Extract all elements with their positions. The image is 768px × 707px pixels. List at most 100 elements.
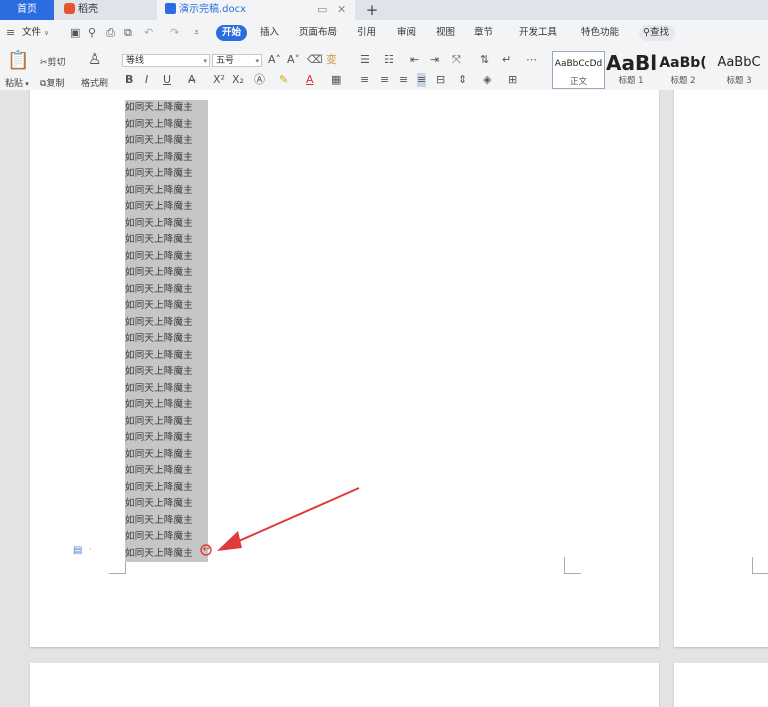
align-center-icon[interactable]: ≡ (380, 73, 389, 87)
font-size-select[interactable]: 五号 ▾ (212, 54, 262, 67)
line-spacing-icon[interactable]: ⇕ (458, 73, 467, 87)
chevron-down-icon: ▾ (255, 57, 259, 65)
menu-page-layout[interactable]: 页面布局 (299, 25, 337, 41)
annotation-arrow (200, 487, 360, 556)
strikethrough-icon[interactable]: A̶ (188, 73, 196, 87)
tab-daoke-label: 稻壳 (78, 4, 98, 15)
bullet-list-icon[interactable]: ☰ (360, 53, 370, 67)
customize-icon[interactable]: ⩡ (194, 25, 199, 41)
style-heading-2-caption: 标题 2 (670, 76, 696, 86)
style-heading-2-sample: AaBb( (659, 55, 707, 71)
style-gallery: AaBbCcDd 正文 AaBl 标题 1 AaBb( 标题 2 AaBbC 标… (552, 51, 768, 89)
shrink-font-icon[interactable]: A˅ (287, 53, 300, 67)
tab-leader-icon[interactable]: ⋯ (526, 53, 537, 67)
style-heading-3[interactable]: AaBbC 标题 3 (710, 51, 768, 89)
align-right-icon[interactable]: ≡ (399, 73, 408, 87)
font-size-value: 五号 (216, 56, 235, 66)
search-button[interactable]: ⚲查找 (639, 25, 675, 41)
paste-icon[interactable]: 📋 (7, 50, 29, 71)
paste-button[interactable]: 粘贴 ▾ (5, 76, 29, 89)
ribbon: 📋 粘贴 ▾ ✂剪切 ⧉复制 ♙ 格式刷 等线 ▾ 五号 ▾ A˄ A˅ ⌫ 变 B… (0, 46, 768, 91)
scissors-icon: ✂ (40, 58, 48, 68)
menu-chapter[interactable]: 章节 (474, 25, 493, 41)
redo-icon[interactable]: ↷ (170, 25, 179, 41)
search-icon: ⚲ (643, 27, 650, 38)
borders-icon[interactable]: ⊞ (508, 73, 517, 87)
font-name-select[interactable]: 等线 ▾ (122, 54, 210, 67)
cut-button[interactable]: ✂剪切 (40, 55, 66, 68)
font-color-icon[interactable]: A (306, 73, 314, 87)
shading-icon[interactable]: ◈ (483, 73, 491, 87)
chevron-down-icon: ▾ (203, 57, 207, 65)
phonetic-icon[interactable]: 变 (326, 53, 337, 67)
format-painter-icon[interactable]: ♙ (88, 50, 101, 68)
font-name-value: 等线 (126, 56, 145, 66)
print-preview-icon[interactable]: ⧉ (124, 25, 132, 41)
style-heading-1-caption: 标题 1 (618, 76, 644, 86)
style-heading-3-caption: 标题 3 (726, 76, 752, 86)
search-label: 查找 (649, 27, 669, 38)
grow-font-icon[interactable]: A˄ (268, 53, 281, 67)
style-heading-3-sample: AaBbC (717, 55, 761, 70)
character-border-icon[interactable]: ▦ (331, 73, 341, 87)
word-doc-icon (165, 3, 176, 14)
menu-insert[interactable]: 插入 (260, 25, 279, 41)
italic-button[interactable]: I (145, 73, 148, 87)
decrease-indent-icon[interactable]: ⇤ (410, 53, 419, 67)
subscript-icon[interactable]: X₂ (232, 73, 244, 87)
cut-label: 剪切 (47, 58, 66, 68)
close-tab-icon[interactable]: ✕ (337, 0, 346, 20)
tab-document[interactable]: 演示完稿.docx ▭ ✕ (157, 0, 355, 20)
tab-document-label: 演示完稿.docx (179, 4, 247, 15)
justify-icon[interactable]: ≡ (417, 73, 427, 87)
distributed-icon[interactable]: ⊟ (436, 73, 445, 87)
clear-format-icon[interactable]: ⌫ (307, 53, 323, 67)
style-heading-1[interactable]: AaBl 标题 1 (606, 51, 656, 89)
menu-bar: ≡ 文件 ∨ ▣ ⚲ ⎙ ⧉ ↶ ↷ ⩡ 开始 插入 页面布局 引用 审阅 视图… (0, 20, 768, 46)
align-left-icon[interactable]: ≡ (360, 73, 369, 87)
save-icon[interactable]: ▣ (70, 25, 80, 41)
tab-bar: 首页 稻壳 演示完稿.docx ▭ ✕ + (0, 0, 768, 20)
export-pdf-icon[interactable]: ⚲ (88, 25, 96, 41)
hamburger-icon[interactable]: ≡ (6, 25, 15, 41)
style-normal-caption: 正文 (569, 77, 587, 87)
underline-button[interactable]: U (163, 73, 171, 87)
text-effect-icon[interactable]: Ⓐ (254, 73, 265, 87)
bold-button[interactable]: B (125, 73, 133, 87)
chinese-layout-icon[interactable]: ⤧ (452, 53, 461, 67)
document-canvas[interactable]: 如同天上降魔主 如同天上降魔主 如同天上降魔主 如同天上降魔主 如同天上降魔主 如同天上降… (0, 90, 768, 707)
chevron-down-icon: ∨ (44, 29, 50, 37)
style-normal-sample: AaBbCcDd (554, 59, 603, 69)
menu-start[interactable]: 开始 (216, 25, 248, 41)
highlight-icon[interactable]: ✎ (279, 73, 288, 87)
increase-indent-icon[interactable]: ⇥ (430, 53, 439, 67)
menu-developer[interactable]: 开发工具 (519, 25, 557, 41)
restore-window-icon[interactable]: ▭ (317, 0, 327, 20)
tab-home[interactable]: 首页 (0, 0, 54, 20)
tab-daoke[interactable]: 稻壳 (60, 0, 150, 20)
arrow-shaft (231, 487, 360, 545)
highlight-circle (200, 544, 212, 556)
paste-label: 粘贴 (5, 79, 24, 89)
show-marks-icon[interactable]: ↵ (502, 53, 511, 67)
sort-icon[interactable]: ⇅ (480, 53, 489, 67)
menu-special[interactable]: 特色功能 (581, 25, 619, 41)
arrow-head (217, 531, 242, 551)
daoke-logo-icon (64, 3, 75, 14)
menu-file[interactable]: 文件 ∨ (22, 25, 49, 41)
copy-label: 复制 (46, 79, 65, 89)
format-painter-button[interactable]: 格式刷 (81, 76, 108, 89)
copy-button[interactable]: ⧉复制 (40, 76, 64, 89)
menu-view[interactable]: 视图 (436, 25, 455, 41)
print-icon[interactable]: ⎙ (106, 25, 115, 41)
menu-file-label: 文件 (22, 27, 42, 38)
numbered-list-icon[interactable]: ☷ (384, 53, 394, 67)
superscript-icon[interactable]: X² (213, 73, 225, 87)
new-tab-button[interactable]: + (362, 0, 382, 20)
style-heading-2[interactable]: AaBb( 标题 2 (657, 51, 709, 89)
undo-icon[interactable]: ↶ (144, 25, 153, 41)
style-heading-1-sample: AaBl (606, 51, 656, 75)
menu-review[interactable]: 审阅 (397, 25, 416, 41)
style-normal[interactable]: AaBbCcDd 正文 (552, 51, 605, 89)
menu-references[interactable]: 引用 (357, 25, 376, 41)
